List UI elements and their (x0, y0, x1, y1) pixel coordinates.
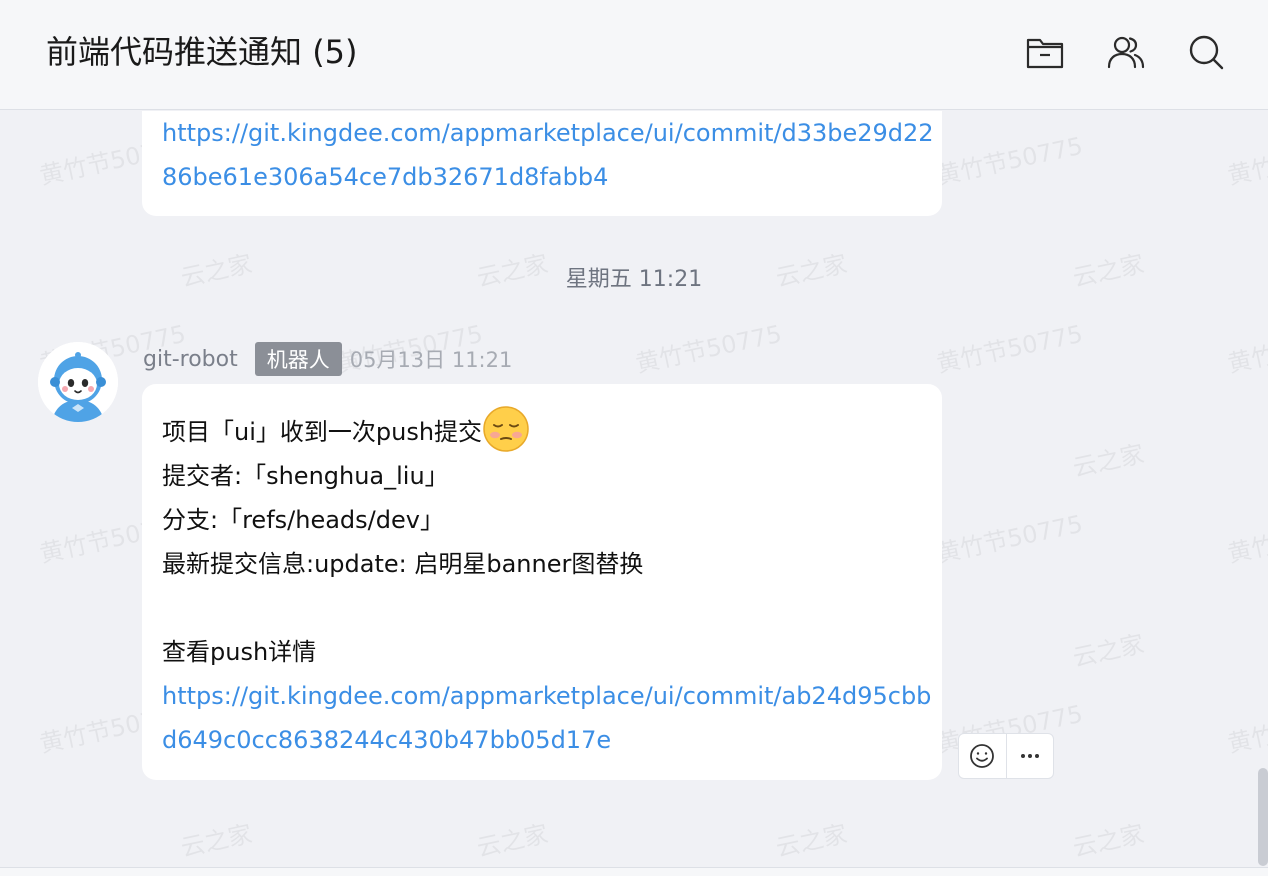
watermark-text: 云之家 (474, 819, 551, 863)
watermark-text: 云之家 (1070, 819, 1147, 863)
branch-line: 分支:「refs/heads/dev」 (162, 506, 444, 534)
message-list[interactable]: 黄竹节50775 黄竹节50775 黄竹节50775 云之家 云之家 云之家 云… (0, 111, 1268, 867)
members-icon[interactable] (1106, 32, 1146, 72)
shy-smile-emoji-icon (482, 405, 530, 453)
watermark-text: 黄竹节50775 (934, 131, 1086, 191)
message-actions (958, 733, 1054, 779)
watermark-text: 黄竹节50775 (934, 319, 1086, 379)
watermark-text: 云之家 (178, 819, 255, 863)
watermark-text: 云之家 (1070, 439, 1147, 483)
more-button[interactable] (1005, 734, 1054, 778)
commit-message-line: 最新提交信息:update: 启明星banner图替换 (162, 550, 644, 578)
watermark-text: 黄竹节50775 (1225, 131, 1268, 191)
input-area-edge (0, 867, 1268, 876)
commit-link-continuation[interactable]: 86be61e306a54ce7db32671d8fabb4 (162, 155, 922, 199)
watermark-text: 黄竹节50775 (1225, 509, 1268, 569)
search-icon[interactable] (1186, 32, 1226, 72)
robot-badge: 机器人 (254, 342, 342, 376)
message-bubble-previous[interactable]: https://git.kingdee.com/appmarketplace/u… (142, 111, 942, 216)
group-name: 前端代码推送通知 (46, 33, 303, 71)
watermark-text: 云之家 (773, 819, 850, 863)
committer-line: 提交者:「shenghua_liu」 (162, 462, 449, 490)
sender-name[interactable]: git-robot (143, 347, 238, 372)
message-time: 05月13日 11:21 (349, 348, 513, 372)
scrollbar-thumb[interactable] (1258, 768, 1268, 866)
chat-title: 前端代码推送通知 (5) (46, 30, 358, 74)
more-icon (1020, 754, 1039, 758)
commit-link-continuation[interactable]: d649c0cc8638244c430b47bb05d17e (162, 718, 922, 762)
emoji-reaction-button[interactable] (959, 734, 1006, 778)
watermark-text: 黄竹节50775 (633, 319, 785, 379)
commit-link[interactable]: https://git.kingdee.com/appmarketplace/u… (162, 674, 931, 718)
message-line: 项目「ui」收到一次push提交 (162, 406, 922, 454)
watermark-text: 云之家 (1070, 629, 1147, 673)
member-count: (5) (312, 33, 358, 71)
watermark-text: 黄竹节50775 (1225, 319, 1268, 379)
message-meta: git-robot 机器人 05月13日 11:21 (143, 342, 512, 376)
message-text: 项目「ui」收到一次push提交 (162, 418, 483, 446)
chat-header: 前端代码推送通知 (5) (0, 0, 1268, 110)
message-bubble[interactable]: 项目「ui」收到一次push提交 提交者:「shenghua_liu」 分支:「… (142, 384, 942, 780)
watermark-text: 黄竹节50775 (1225, 699, 1268, 759)
folder-icon[interactable] (1025, 32, 1065, 72)
robot-avatar[interactable] (38, 342, 118, 422)
commit-link[interactable]: https://git.kingdee.com/appmarketplace/u… (162, 111, 934, 155)
watermark-text: 黄竹节50775 (934, 509, 1086, 569)
time-divider: 星期五 11:21 (565, 267, 703, 292)
emoji-reaction-icon (970, 744, 995, 768)
view-details-label: 查看push详情 (162, 638, 317, 666)
